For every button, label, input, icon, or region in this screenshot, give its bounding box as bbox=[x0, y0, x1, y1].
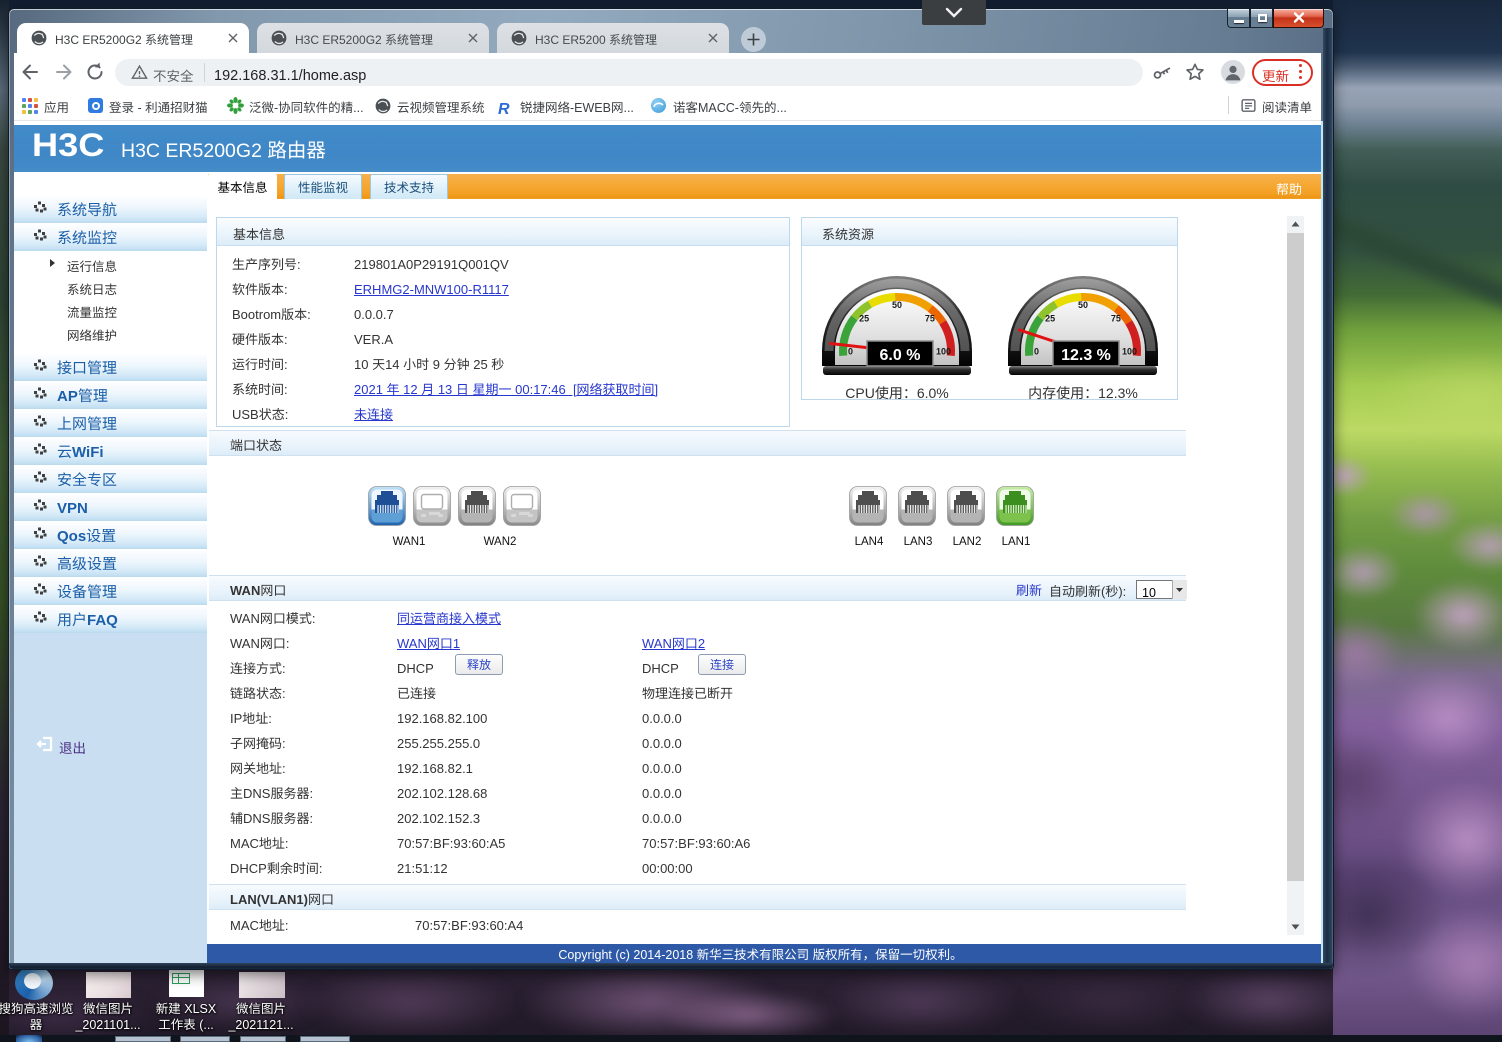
svg-text:12.3 %: 12.3 % bbox=[1061, 347, 1111, 364]
svg-text:25: 25 bbox=[1045, 314, 1055, 324]
svg-text:100: 100 bbox=[936, 347, 951, 357]
svg-text:75: 75 bbox=[1111, 314, 1121, 324]
svg-text:100: 100 bbox=[1122, 347, 1137, 357]
svg-text:0: 0 bbox=[1034, 347, 1039, 357]
svg-text:50: 50 bbox=[1078, 300, 1088, 310]
svg-text:25: 25 bbox=[859, 314, 869, 324]
svg-text:6.0 %: 6.0 % bbox=[880, 347, 921, 364]
svg-text:75: 75 bbox=[925, 314, 935, 324]
svg-text:0: 0 bbox=[848, 347, 853, 357]
svg-text:50: 50 bbox=[892, 300, 902, 310]
